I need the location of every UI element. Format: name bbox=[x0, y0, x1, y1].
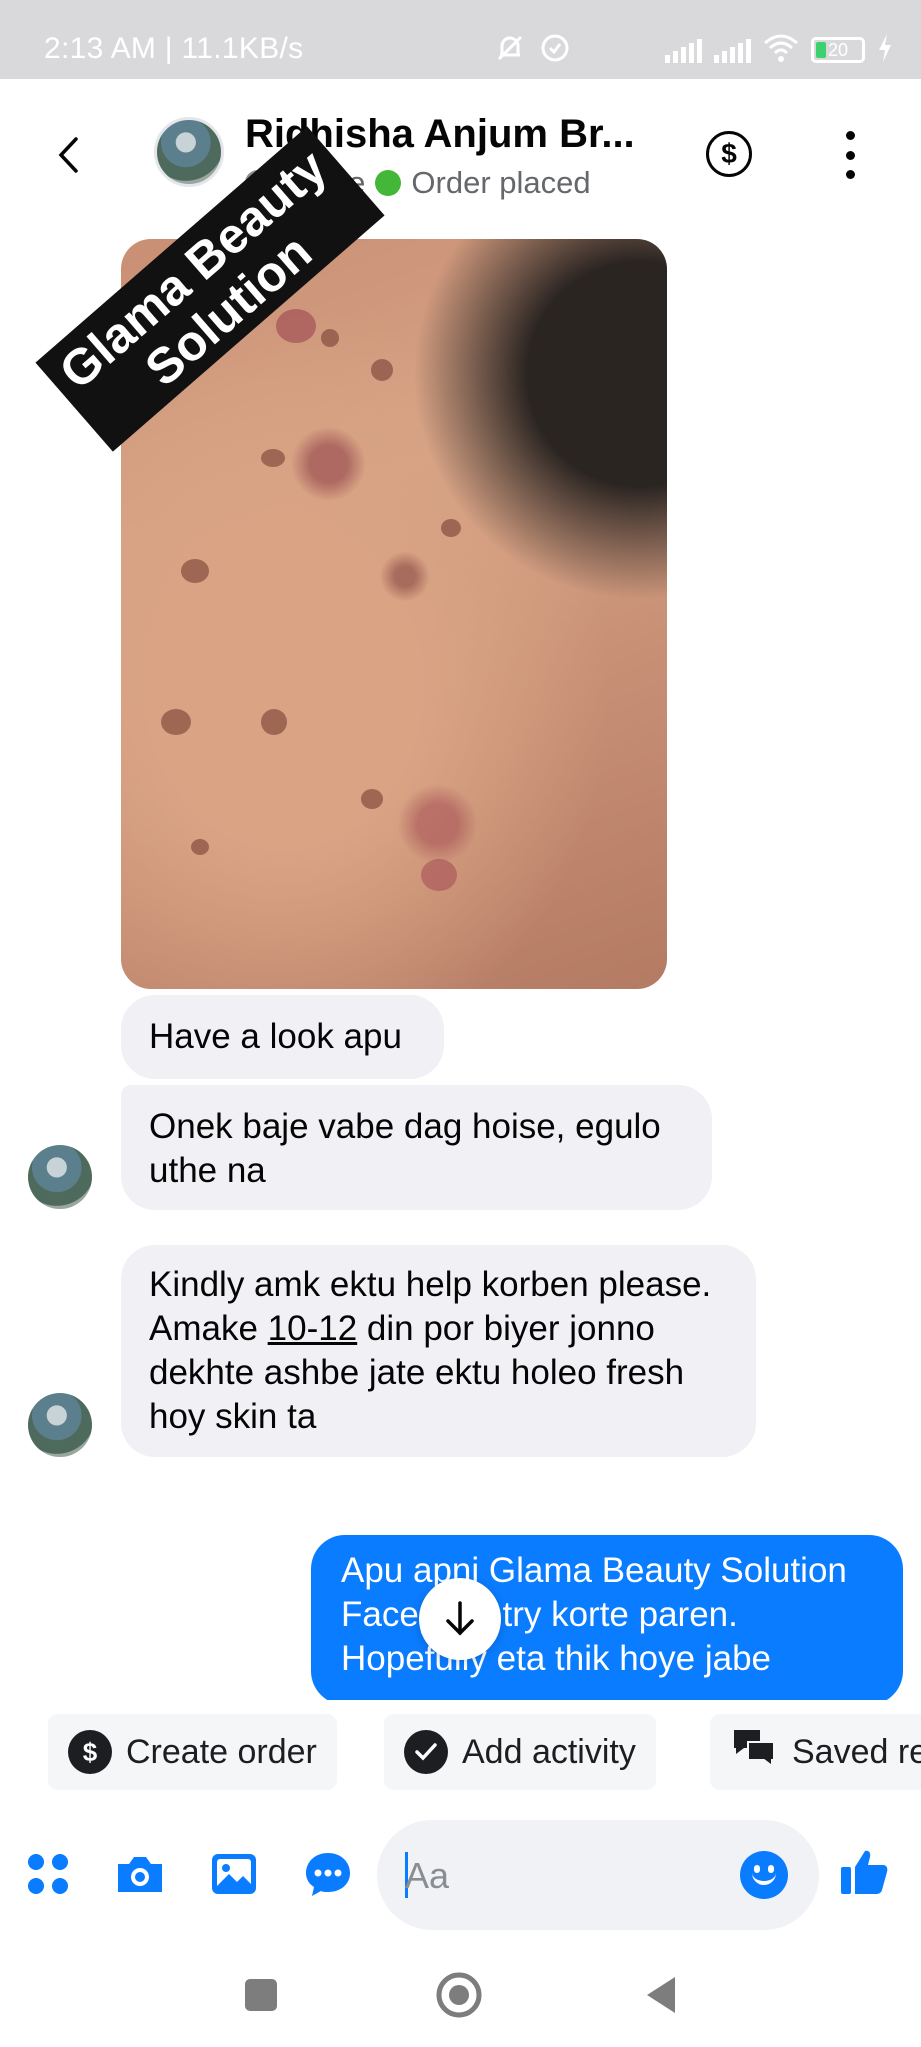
incoming-message[interactable]: Have a look apu bbox=[121, 995, 444, 1079]
back-nav-button[interactable] bbox=[636, 1970, 686, 2020]
outgoing-message[interactable]: Apu apni Glama Beauty Solution Facepack … bbox=[311, 1535, 903, 1705]
wifi-icon bbox=[763, 33, 799, 68]
create-order-button[interactable]: $ Create order bbox=[48, 1714, 337, 1790]
message-input-box[interactable] bbox=[377, 1820, 819, 1930]
more-options-button[interactable] bbox=[838, 131, 862, 179]
sender-avatar[interactable] bbox=[28, 1145, 92, 1209]
camera-icon bbox=[118, 1857, 162, 1892]
sender-avatar[interactable] bbox=[28, 1393, 92, 1457]
status-bar: 2:13 AM | 11.1KB/s 20 bbox=[0, 0, 921, 79]
chevron-left-icon bbox=[58, 137, 78, 173]
like-icon bbox=[841, 1850, 888, 1894]
order-status-dot-icon bbox=[375, 170, 402, 196]
camera-button[interactable] bbox=[114, 1848, 166, 1900]
recent-apps-button[interactable] bbox=[236, 1970, 286, 2020]
dollar-icon: $ bbox=[721, 138, 737, 169]
apps-button[interactable] bbox=[22, 1848, 74, 1900]
home-circle-icon bbox=[436, 1972, 482, 2018]
chat-extensions-button[interactable] bbox=[302, 1848, 354, 1900]
dollar-icon: $ bbox=[68, 1730, 112, 1774]
mute-bell-icon bbox=[493, 31, 527, 70]
square-icon bbox=[245, 1979, 277, 2011]
saved-replies-button[interactable]: Saved re bbox=[710, 1714, 921, 1790]
arrow-down-icon bbox=[446, 1601, 474, 1636]
check-circle-icon bbox=[404, 1730, 448, 1774]
underlined-date-range[interactable]: 10-12 bbox=[268, 1309, 358, 1348]
chat-bubble-icon bbox=[306, 1853, 350, 1896]
triangle-back-icon bbox=[647, 1977, 675, 2013]
charging-icon bbox=[877, 33, 893, 67]
message-composer bbox=[0, 1810, 921, 1940]
saved-replies-label: Saved re bbox=[792, 1732, 921, 1771]
add-activity-button[interactable]: Add activity bbox=[384, 1714, 656, 1790]
home-button[interactable] bbox=[434, 1970, 484, 2020]
status-icons: 20 bbox=[493, 30, 893, 70]
payment-button[interactable]: $ bbox=[706, 131, 752, 177]
scroll-to-bottom-button[interactable] bbox=[419, 1578, 501, 1660]
emoji-icon bbox=[752, 1873, 776, 1885]
create-order-label: Create order bbox=[126, 1732, 317, 1771]
battery-icon: 20 bbox=[811, 37, 865, 63]
like-button[interactable] bbox=[836, 1844, 892, 1900]
sync-icon bbox=[539, 32, 571, 69]
order-status-text: Order placed bbox=[411, 165, 591, 200]
system-navigation-bar bbox=[0, 1940, 921, 2047]
quick-actions-bar: $ Create order Add activity Saved re bbox=[0, 1700, 921, 1800]
contact-avatar[interactable] bbox=[154, 117, 224, 187]
message-input[interactable] bbox=[405, 1850, 705, 1902]
status-time-speed: 2:13 AM | 11.1KB/s bbox=[44, 32, 304, 65]
incoming-message[interactable]: Kindly amk ektu help korben please. Amak… bbox=[121, 1245, 756, 1457]
saved-replies-icon bbox=[730, 1726, 778, 1779]
incoming-message[interactable]: Onek baje vabe dag hoise, egulo uthe na bbox=[121, 1085, 712, 1210]
conversation-header: Ridhisha Anjum Br... Active Order placed… bbox=[0, 79, 921, 229]
apps-icon bbox=[28, 1854, 68, 1894]
gallery-icon bbox=[212, 1854, 256, 1894]
battery-level: 20 bbox=[828, 40, 849, 60]
gallery-button[interactable] bbox=[208, 1848, 260, 1900]
emoji-button[interactable] bbox=[740, 1851, 788, 1899]
add-activity-label: Add activity bbox=[462, 1732, 636, 1771]
signal-icon-1 bbox=[665, 37, 702, 63]
back-button[interactable] bbox=[40, 127, 96, 183]
signal-icon-2 bbox=[714, 37, 751, 63]
